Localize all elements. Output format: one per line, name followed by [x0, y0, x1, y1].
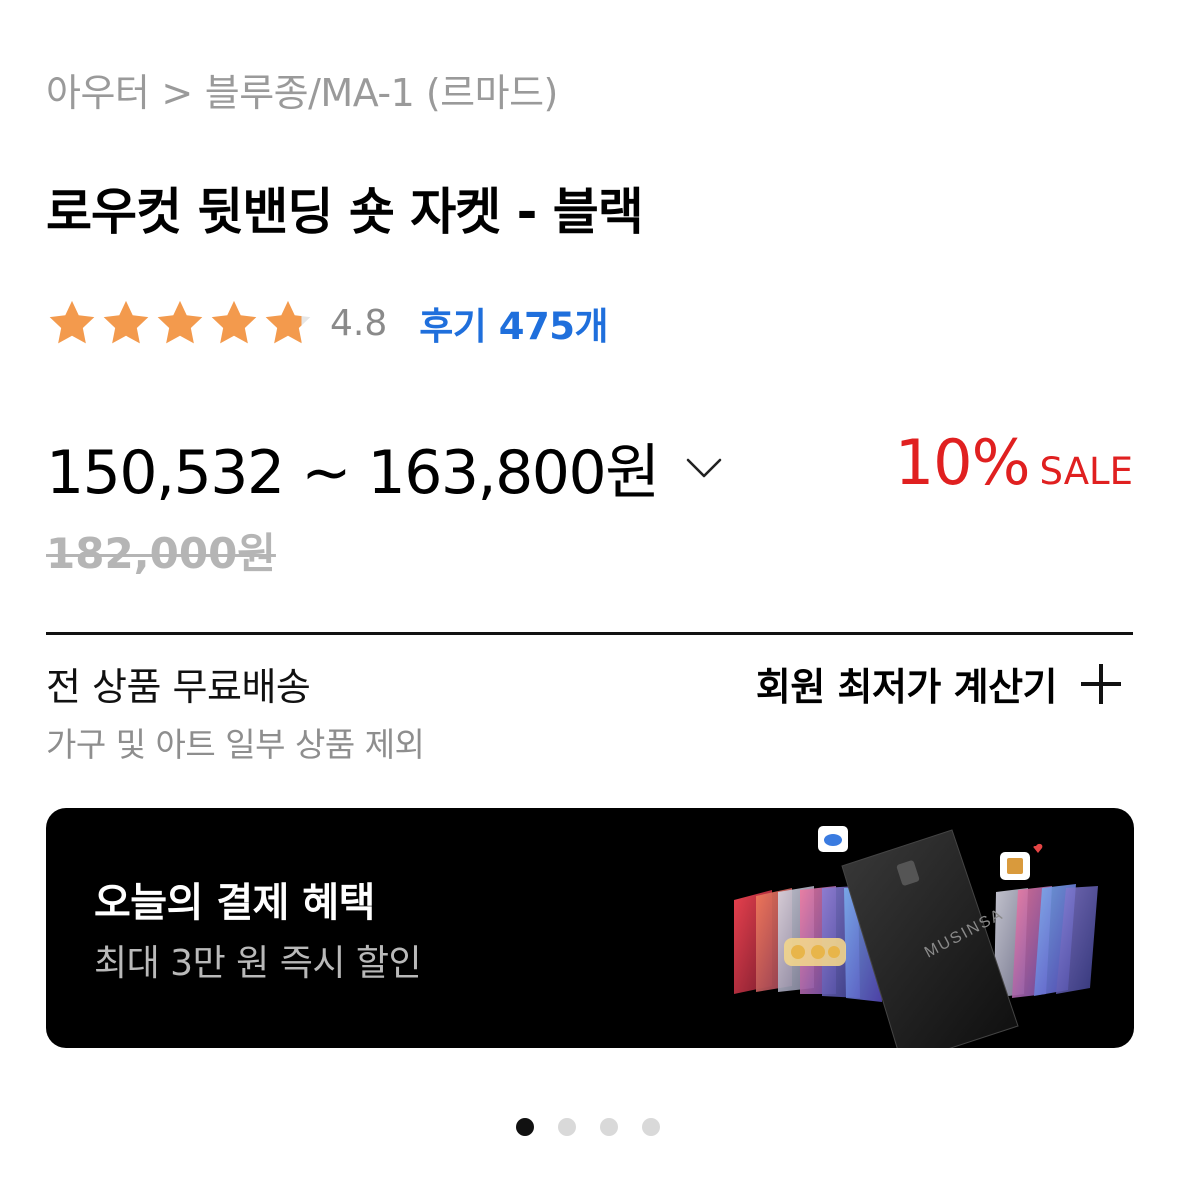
plus-icon: [1081, 663, 1121, 704]
star-half-icon: [265, 300, 311, 344]
breadcrumb-category[interactable]: 아우터: [46, 71, 150, 115]
rating-row: 4.8 후기 475개: [46, 296, 609, 350]
sale-label: SALE: [1039, 450, 1133, 493]
rating-score: 4.8: [330, 302, 388, 344]
breadcrumb-separator: >: [161, 71, 193, 115]
original-price: 182,000원: [46, 529, 276, 578]
star-icon: [211, 300, 257, 344]
banner-title: 오늘의 결제 혜택: [94, 880, 375, 926]
breadcrumb-subcategory[interactable]: 블루종/MA-1 (르마드): [205, 71, 559, 115]
breadcrumb: 아우터 > 블루종/MA-1 (르마드): [46, 62, 558, 117]
price-row: 150,532 ~ 163,800원 10% SALE: [46, 424, 1133, 508]
price-range: 150,532 ~ 163,800원: [46, 438, 660, 508]
chevron-down-icon: [686, 458, 722, 477]
sale-percent: 10%: [894, 426, 1031, 499]
price-range-toggle[interactable]: 150,532 ~ 163,800원: [46, 424, 723, 511]
star-icon: [157, 300, 203, 344]
carousel-dot-3[interactable]: [600, 1118, 618, 1136]
price-calculator-button[interactable]: 회원 최저가 계산기: [756, 656, 1123, 711]
carousel-dot-4[interactable]: [642, 1118, 660, 1136]
carousel-pagination: [516, 1118, 684, 1136]
sale-badge: 10% SALE: [895, 426, 1133, 499]
star-icon: [49, 300, 95, 344]
star-icon: [103, 300, 149, 344]
price-calculator-label: 회원 최저가 계산기: [755, 665, 1058, 709]
product-title: 로우컷 뒷밴딩 숏 자켓 - 블랙: [46, 183, 644, 241]
carousel-dot-1[interactable]: [516, 1118, 534, 1136]
review-count-link[interactable]: 후기 475개: [419, 296, 608, 350]
product-detail-page: 아우터 > 블루종/MA-1 (르마드) 로우컷 뒷밴딩 숏 자켓 - 블랙 4.8…: [0, 0, 1179, 1179]
banner-subtitle: 최대 3만 원 즉시 할인: [94, 943, 422, 984]
card-illustration: MUSINSA: [734, 826, 1098, 1048]
payment-benefit-banner[interactable]: 오늘의 결제 혜택 최대 3만 원 즉시 할인 MUSINSA: [46, 808, 1134, 1048]
divider: [46, 632, 1133, 635]
carousel-dot-2[interactable]: [558, 1118, 576, 1136]
shipping-title: 전 상품 무료배송: [46, 665, 311, 709]
star-rating: [46, 297, 316, 349]
shipping-subtitle: 가구 및 아트 일부 상품 제외: [46, 725, 425, 764]
